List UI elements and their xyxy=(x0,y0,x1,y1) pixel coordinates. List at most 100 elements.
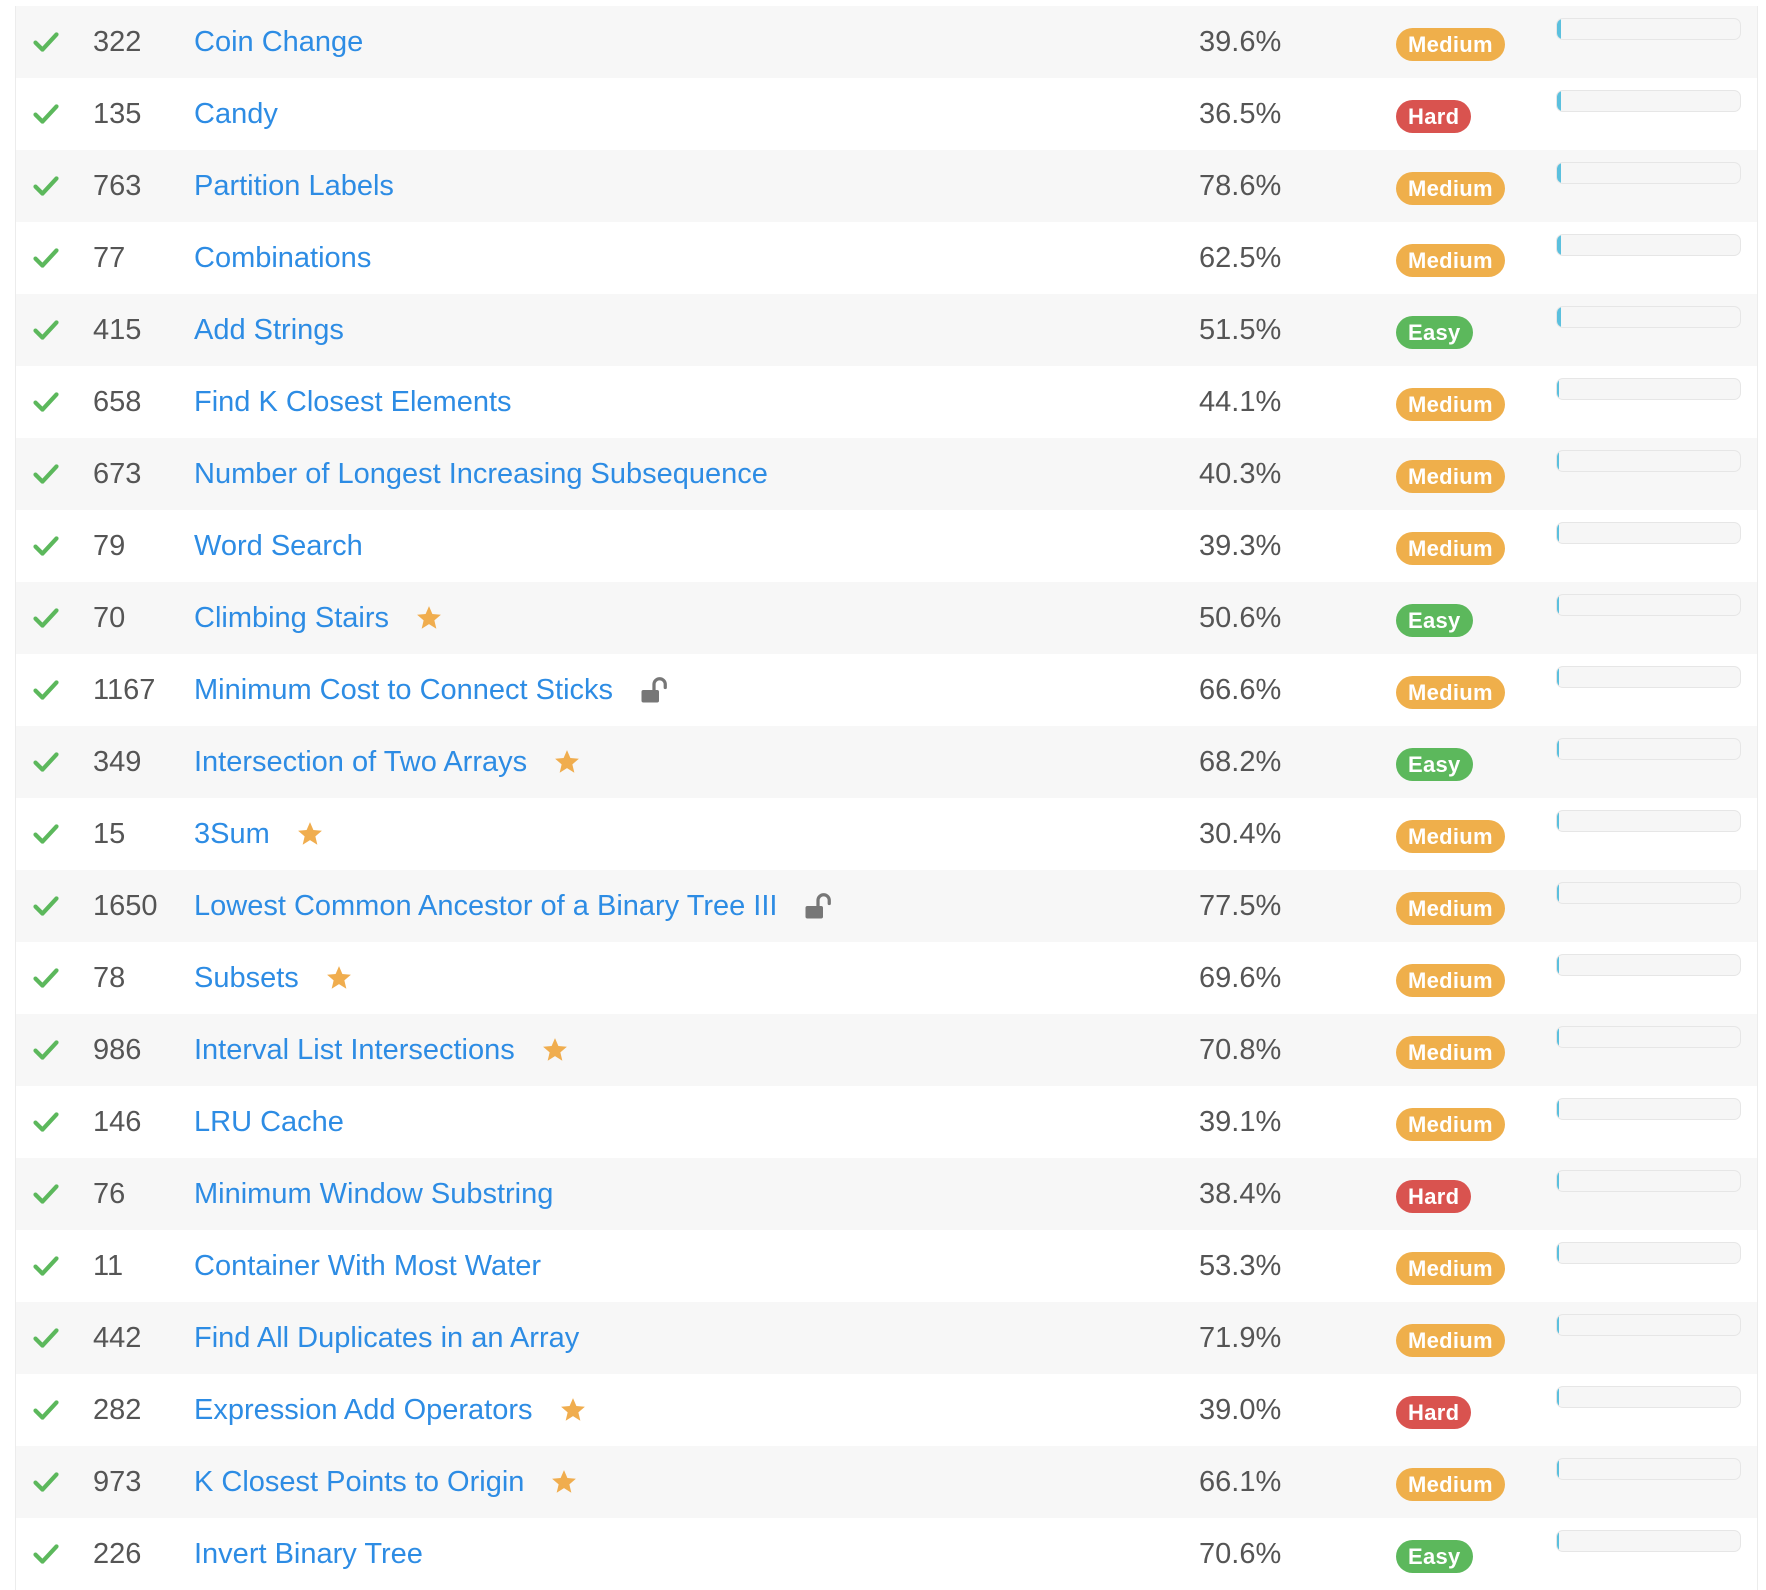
problem-title-link[interactable]: Find K Closest Elements xyxy=(194,386,512,419)
problem-number: 349 xyxy=(93,746,142,778)
table-row: 658 Find K Closest Elements 44.1% Medium xyxy=(16,366,1757,438)
problem-title-cell: Container With Most Water xyxy=(194,1230,541,1302)
problem-title-link[interactable]: K Closest Points to Origin xyxy=(194,1466,524,1499)
frequency-bar xyxy=(1556,882,1741,904)
frequency-bar xyxy=(1556,1098,1741,1120)
check-icon xyxy=(33,896,59,916)
acceptance-rate: 77.5% xyxy=(1199,890,1282,922)
problem-number: 15 xyxy=(93,818,126,850)
problem-number: 442 xyxy=(93,1322,142,1354)
problem-title-link[interactable]: 3Sum xyxy=(194,818,270,851)
frequency-bar-fill xyxy=(1557,451,1559,471)
acceptance-rate: 36.5% xyxy=(1199,98,1282,130)
difficulty-badge: Medium xyxy=(1396,1324,1505,1357)
problem-title-link[interactable]: Partition Labels xyxy=(194,170,394,203)
problem-title-link[interactable]: Climbing Stairs xyxy=(194,602,389,635)
check-icon xyxy=(33,1184,59,1204)
frequency-bar-fill xyxy=(1557,1099,1559,1119)
frequency-bar xyxy=(1556,1242,1741,1264)
problem-number: 763 xyxy=(93,170,142,202)
problem-title-cell: Word Search xyxy=(194,510,363,582)
check-icon xyxy=(33,752,59,772)
difficulty-badge: Medium xyxy=(1396,1252,1505,1285)
frequency-bar-fill xyxy=(1557,1027,1559,1047)
problem-title-cell: Lowest Common Ancestor of a Binary Tree … xyxy=(194,870,833,942)
frequency-bar-fill xyxy=(1557,739,1559,759)
problem-title-cell: Number of Longest Increasing Subsequence xyxy=(194,438,768,510)
frequency-bar-fill xyxy=(1557,235,1561,255)
problem-title-cell: Climbing Stairs xyxy=(194,582,443,654)
problem-title-link[interactable]: Subsets xyxy=(194,962,299,995)
problem-title-link[interactable]: Candy xyxy=(194,98,278,131)
problem-title-link[interactable]: Container With Most Water xyxy=(194,1250,541,1283)
unlocked-lock-icon xyxy=(641,677,667,703)
difficulty-badge: Medium xyxy=(1396,388,1505,421)
table-row: 77 Combinations 62.5% Medium xyxy=(16,222,1757,294)
problem-title-link[interactable]: Expression Add Operators xyxy=(194,1394,533,1427)
table-row: 70 Climbing Stairs 50.6% Easy xyxy=(16,582,1757,654)
frequency-bar xyxy=(1556,378,1741,400)
problem-number: 415 xyxy=(93,314,142,346)
difficulty-badge: Medium xyxy=(1396,172,1505,205)
problem-number: 79 xyxy=(93,530,126,562)
check-icon xyxy=(33,1256,59,1276)
difficulty-badge: Medium xyxy=(1396,1468,1505,1501)
problem-title-cell: Interval List Intersections xyxy=(194,1014,569,1086)
problem-number: 282 xyxy=(93,1394,142,1426)
frequency-bar-fill xyxy=(1557,379,1559,399)
acceptance-rate: 66.1% xyxy=(1199,1466,1282,1498)
frequency-bar xyxy=(1556,234,1741,256)
difficulty-badge: Medium xyxy=(1396,676,1505,709)
problem-title-link[interactable]: Invert Binary Tree xyxy=(194,1538,423,1571)
difficulty-badge: Medium xyxy=(1396,892,1505,925)
problem-title-cell: Intersection of Two Arrays xyxy=(194,726,581,798)
frequency-bar-fill xyxy=(1557,163,1561,183)
check-icon xyxy=(33,1040,59,1060)
frequency-bar xyxy=(1556,18,1741,40)
problem-title-link[interactable]: Intersection of Two Arrays xyxy=(194,746,527,779)
frequency-bar xyxy=(1556,1170,1741,1192)
difficulty-badge: Medium xyxy=(1396,460,1505,493)
frequency-bar-fill xyxy=(1557,1531,1559,1551)
acceptance-rate: 68.2% xyxy=(1199,746,1282,778)
problem-number: 11 xyxy=(93,1250,124,1282)
acceptance-rate: 69.6% xyxy=(1199,962,1282,994)
difficulty-badge: Easy xyxy=(1396,1540,1473,1573)
problem-title-link[interactable]: LRU Cache xyxy=(194,1106,344,1139)
problem-title-link[interactable]: Find All Duplicates in an Array xyxy=(194,1322,579,1355)
difficulty-badge: Hard xyxy=(1396,100,1472,133)
difficulty-badge: Medium xyxy=(1396,244,1505,277)
problem-title-link[interactable]: Coin Change xyxy=(194,26,363,59)
problem-title-link[interactable]: Word Search xyxy=(194,530,363,563)
check-icon xyxy=(33,1112,59,1132)
problem-title-link[interactable]: Interval List Intersections xyxy=(194,1034,515,1067)
problem-title-link[interactable]: Minimum Window Substring xyxy=(194,1178,553,1211)
problem-title-link[interactable]: Minimum Cost to Connect Sticks xyxy=(194,674,613,707)
frequency-bar-fill xyxy=(1557,19,1561,39)
problem-number: 70 xyxy=(93,602,126,634)
problem-title-link[interactable]: Lowest Common Ancestor of a Binary Tree … xyxy=(194,890,777,923)
problem-title-cell: Invert Binary Tree xyxy=(194,1518,423,1590)
check-icon xyxy=(33,824,59,844)
acceptance-rate: 66.6% xyxy=(1199,674,1282,706)
problem-title-link[interactable]: Add Strings xyxy=(194,314,344,347)
problem-number: 673 xyxy=(93,458,142,490)
frequency-bar-fill xyxy=(1557,667,1559,687)
acceptance-rate: 39.6% xyxy=(1199,26,1282,58)
table-row: 76 Minimum Window Substring 38.4% Hard xyxy=(16,1158,1757,1230)
problem-number: 658 xyxy=(93,386,142,418)
frequency-bar-fill xyxy=(1557,811,1559,831)
frequency-bar xyxy=(1556,450,1741,472)
problem-title-link[interactable]: Number of Longest Increasing Subsequence xyxy=(194,458,768,491)
frequency-bar xyxy=(1556,306,1741,328)
acceptance-rate: 71.9% xyxy=(1199,1322,1282,1354)
difficulty-badge: Medium xyxy=(1396,1036,1505,1069)
table-row: 349 Intersection of Two Arrays 68.2% Eas… xyxy=(16,726,1757,798)
acceptance-rate: 38.4% xyxy=(1199,1178,1282,1210)
difficulty-badge: Medium xyxy=(1396,964,1505,997)
acceptance-rate: 39.0% xyxy=(1199,1394,1282,1426)
check-icon xyxy=(33,1472,59,1492)
problem-number: 77 xyxy=(93,242,126,274)
check-icon xyxy=(33,392,59,412)
problem-title-link[interactable]: Combinations xyxy=(194,242,371,275)
